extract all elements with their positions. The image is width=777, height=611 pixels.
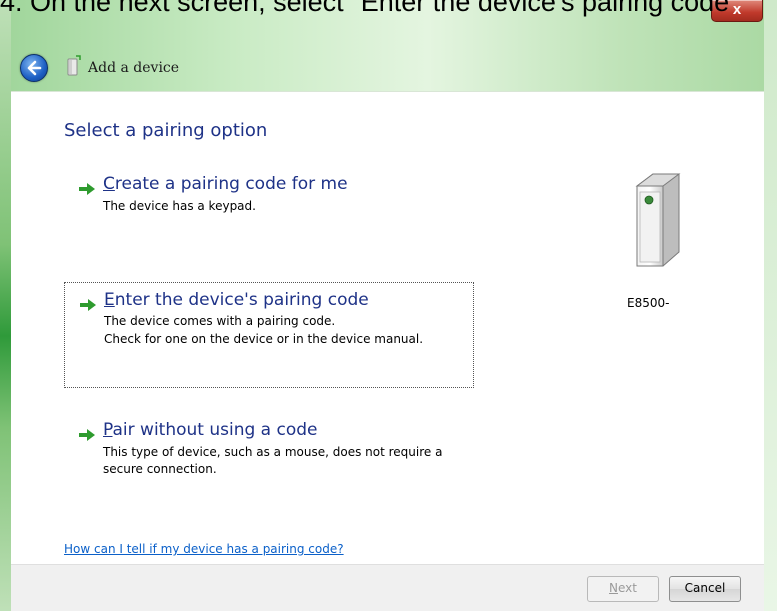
- dialog-footer: Next Cancel: [11, 564, 764, 611]
- option-pair-without-code[interactable]: Pair without using a code This type of d…: [64, 416, 472, 486]
- dialog-header: Add a device: [0, 40, 777, 92]
- option-enter-device-pairing-code[interactable]: Enter the device's pairing code The devi…: [64, 282, 474, 388]
- green-arrow-icon: [79, 429, 95, 441]
- option-description-line-1: The device comes with a pairing code.: [104, 314, 336, 328]
- next-button[interactable]: Next: [587, 576, 659, 602]
- option-title: Enter the device's pairing code: [104, 290, 369, 310]
- option-description-line-2: Check for one on the device or in the de…: [104, 332, 424, 346]
- option-title: Pair without using a code: [103, 420, 318, 440]
- green-arrow-icon: [79, 183, 95, 195]
- back-arrow-icon: [27, 60, 42, 76]
- add-device-dialog: x Add a device Select a pairing option C…: [0, 0, 777, 611]
- window-title: Add a device: [88, 60, 180, 76]
- instruction-caption: 4. On the next screen, select "Enter the…: [0, 0, 739, 17]
- pairing-code-help-link[interactable]: How can I tell if my device has a pairin…: [64, 542, 344, 556]
- option-create-pairing-code[interactable]: Create a pairing code for me The device …: [64, 170, 472, 240]
- cancel-button[interactable]: Cancel: [669, 576, 741, 602]
- option-title: Create a pairing code for me: [103, 174, 348, 194]
- page-heading: Select a pairing option: [64, 120, 268, 141]
- device-icon: [635, 173, 681, 267]
- device-name-label: E8500-: [627, 296, 670, 310]
- content-panel: Select a pairing option Create a pairing…: [11, 91, 764, 565]
- option-description-line-1: This type of device, such as a mouse, do…: [103, 445, 443, 459]
- back-button[interactable]: [20, 54, 48, 82]
- option-description: The device has a keypad.: [103, 199, 256, 213]
- device-icon: [67, 55, 81, 76]
- option-description-line-2: secure connection.: [103, 462, 217, 476]
- green-arrow-icon: [80, 299, 96, 311]
